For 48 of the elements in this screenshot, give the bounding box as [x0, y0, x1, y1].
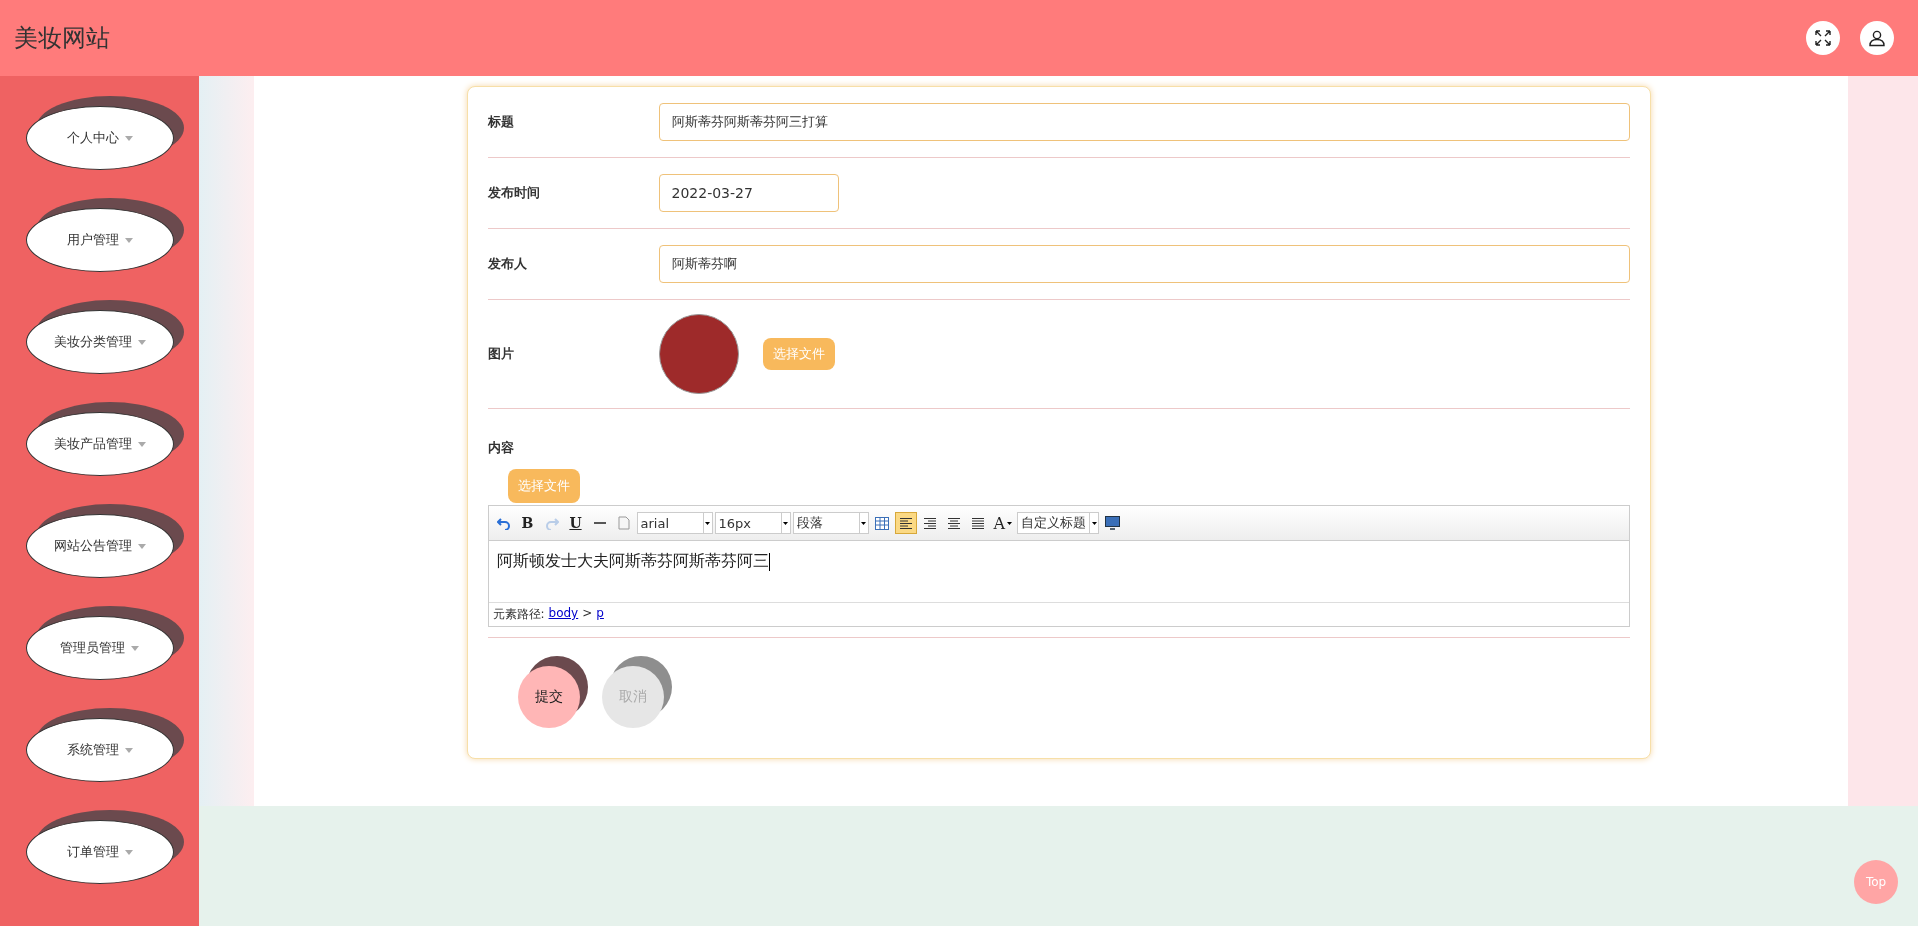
- path-separator: >: [582, 606, 593, 622]
- field-label: 图片: [487, 345, 515, 363]
- caret-icon: [131, 645, 139, 651]
- editor-text[interactable]: 阿斯顿发士大夫阿斯蒂芬阿斯蒂芬阿三: [488, 541, 1629, 603]
- align-right-icon: [922, 516, 937, 530]
- justify-icon: [970, 516, 985, 530]
- caret-icon: [124, 747, 133, 753]
- field-label: 发布人: [487, 255, 528, 273]
- toolbar-button[interactable]: U: [564, 512, 587, 534]
- align-center-icon: [946, 516, 961, 530]
- caret-icon: [705, 521, 710, 525]
- text-field[interactable]: 阿斯蒂芬阿斯蒂芬阿三打算: [658, 103, 1630, 141]
- toolbar-dropdown[interactable]: 16px: [714, 512, 791, 534]
- toolbar-dropdown[interactable]: 自定义标题: [1017, 512, 1100, 534]
- caret-icon: [137, 441, 146, 447]
- caret-icon: [124, 849, 133, 855]
- caret-icon: [1007, 521, 1013, 525]
- field-label: 标题: [487, 113, 515, 131]
- path-link[interactable]: p: [596, 606, 604, 623]
- field-label: 内容: [487, 439, 515, 457]
- monitor-icon: [1104, 516, 1120, 530]
- caret-icon: [861, 521, 866, 525]
- toolbar-dropdown[interactable]: arial: [636, 512, 713, 534]
- page-icon: [617, 516, 630, 530]
- caret-icon: [137, 339, 146, 345]
- element-path-label: 元素路径:: [492, 606, 545, 623]
- text-field[interactable]: 阿斯蒂芬啊: [658, 245, 1630, 283]
- toolbar-button[interactable]: B: [516, 512, 539, 534]
- redo-icon: [544, 516, 559, 530]
- font-color-button[interactable]: A: [990, 512, 1016, 534]
- undo-icon: [496, 516, 511, 530]
- expand-icon: [1814, 29, 1832, 47]
- caret-icon: [137, 543, 146, 549]
- date-field[interactable]: 2022-03-27: [658, 174, 839, 212]
- caret-icon: [124, 135, 133, 141]
- field-label: 发布时间: [487, 184, 541, 202]
- table-icon: [874, 516, 889, 530]
- user-icon: [1868, 29, 1886, 47]
- user-button[interactable]: [1860, 21, 1894, 55]
- align-left-button[interactable]: [894, 512, 917, 534]
- caret-icon: [1091, 521, 1097, 525]
- path-link[interactable]: body: [548, 606, 579, 623]
- caret-icon: [124, 237, 133, 243]
- site-title: 美妆网站: [14, 23, 110, 54]
- caret-icon: [783, 521, 788, 525]
- align-left-icon: [898, 516, 913, 530]
- fullscreen-button[interactable]: [1806, 21, 1840, 55]
- toolbar-dropdown[interactable]: 段落: [792, 512, 869, 534]
